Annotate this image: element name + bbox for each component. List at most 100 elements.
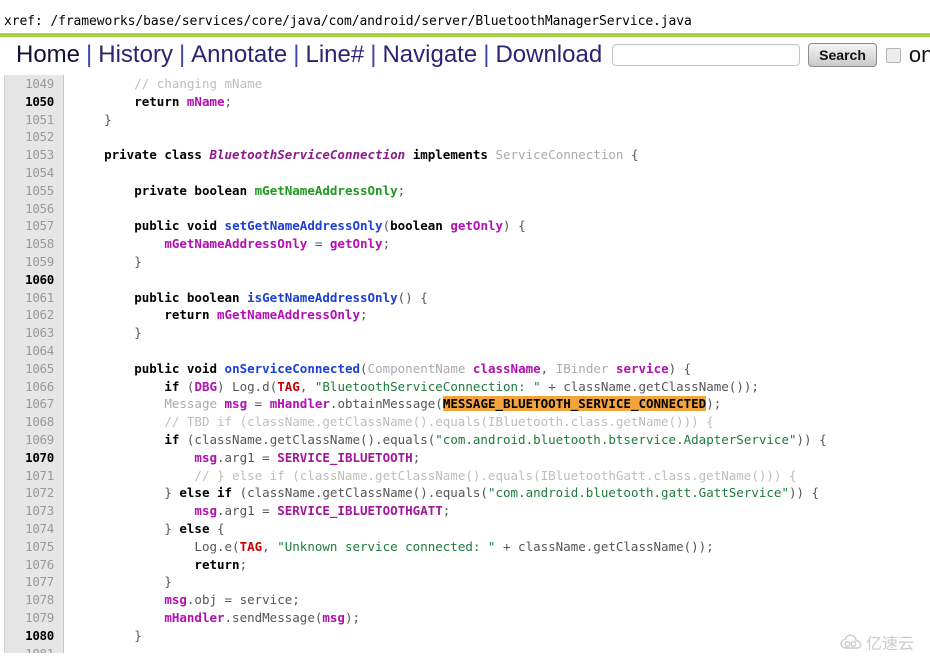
- code-line-text: msg.obj = service;: [164, 592, 300, 608]
- code-line: 1061 public boolean isGetNameAddressOnly…: [0, 289, 930, 307]
- code-line-text: msg.arg1 = SERVICE_IBLUETOOTHGATT;: [194, 503, 451, 519]
- line-number[interactable]: 1056: [0, 200, 60, 218]
- xref-label: xref:: [4, 14, 43, 29]
- code-line: 1063 }: [0, 324, 930, 342]
- line-number[interactable]: 1065: [0, 360, 60, 378]
- code-line: 1078 msg.obj = service;: [0, 591, 930, 609]
- line-number[interactable]: 1055: [0, 182, 60, 200]
- line-number[interactable]: 1068: [0, 413, 60, 431]
- nav-link-home[interactable]: Home: [16, 43, 80, 67]
- code-line: 1062 return mGetNameAddressOnly;: [0, 306, 930, 324]
- code-line: 1080 }: [0, 627, 930, 645]
- search-input[interactable]: [612, 44, 801, 66]
- code-line-text: public void onServiceConnected(Component…: [134, 360, 692, 376]
- only-in-files-checkbox[interactable]: [885, 47, 901, 63]
- line-number[interactable]: 1066: [0, 378, 60, 396]
- line-number[interactable]: 1079: [0, 609, 60, 627]
- code-line-text: Log.e(TAG, "Unknown service connected: "…: [194, 538, 714, 554]
- code-line-text: } else {: [164, 520, 225, 536]
- nav-link-annotate[interactable]: Annotate: [191, 43, 287, 67]
- xref-path[interactable]: /frameworks/base/services/core/java/com/…: [50, 14, 691, 29]
- nav-link-navigate[interactable]: Navigate: [382, 43, 477, 67]
- nav-link-history[interactable]: History: [98, 43, 173, 67]
- code-line-text: } else if (className.getClassName().equa…: [164, 485, 820, 501]
- line-number[interactable]: 1071: [0, 467, 60, 485]
- line-number[interactable]: 1067: [0, 395, 60, 413]
- code-line: 1055 private boolean mGetNameAddressOnly…: [0, 182, 930, 200]
- code-line-text: }: [164, 574, 172, 590]
- line-number[interactable]: 1052: [0, 128, 60, 146]
- xref-header: xref: /frameworks/base/services/core/jav…: [0, 0, 930, 31]
- code-line: 1072 } else if (className.getClassName()…: [0, 484, 930, 502]
- code-line-text: }: [134, 325, 142, 341]
- code-line-text: if (DBG) Log.d(TAG, "BluetoothServiceCon…: [164, 378, 759, 394]
- code-line: 1053 private class BluetoothServiceConne…: [0, 146, 930, 164]
- code-line-text: if (className.getClassName().equals("com…: [164, 431, 827, 447]
- code-line: 1052: [0, 128, 930, 146]
- nav-separator: |: [370, 41, 377, 68]
- code-line-text: // TBD if (className.getClassName().equa…: [164, 414, 714, 430]
- line-number[interactable]: 1049: [0, 75, 60, 93]
- code-line: 1079 mHandler.sendMessage(msg);: [0, 609, 930, 627]
- code-line: 1069 if (className.getClassName().equals…: [0, 431, 930, 449]
- code-line: 1060: [0, 271, 930, 289]
- code-line-text: mHandler.sendMessage(msg);: [164, 609, 361, 625]
- line-number[interactable]: 1069: [0, 431, 60, 449]
- line-number[interactable]: 1051: [0, 111, 60, 129]
- nav-separator: |: [178, 41, 186, 68]
- code-line: 1059 }: [0, 253, 930, 271]
- line-number[interactable]: 1054: [0, 164, 60, 182]
- code-line: 1070 msg.arg1 = SERVICE_IBLUETOOTH;: [0, 449, 930, 467]
- line-number[interactable]: 1072: [0, 484, 60, 502]
- line-number[interactable]: 1053: [0, 146, 60, 164]
- line-number[interactable]: 1058: [0, 235, 60, 253]
- line-number[interactable]: 1050: [0, 93, 60, 111]
- line-number[interactable]: 1057: [0, 217, 60, 235]
- code-line-text: }: [134, 253, 142, 269]
- line-number[interactable]: 1080: [0, 627, 60, 645]
- code-line: 1073 msg.arg1 = SERVICE_IBLUETOOTHGATT;: [0, 502, 930, 520]
- line-number[interactable]: 1077: [0, 573, 60, 591]
- line-number[interactable]: 1081: [0, 645, 60, 654]
- line-number[interactable]: 1063: [0, 324, 60, 342]
- code-line-text: mGetNameAddressOnly = getOnly;: [164, 236, 391, 252]
- line-number[interactable]: 1061: [0, 289, 60, 307]
- navigation-toolbar: Home | History | Annotate | Line# | Navi…: [0, 37, 930, 73]
- line-number[interactable]: 1064: [0, 342, 60, 360]
- code-line: 1074 } else {: [0, 520, 930, 538]
- code-line: 1066 if (DBG) Log.d(TAG, "BluetoothServi…: [0, 378, 930, 396]
- code-line: 1065 public void onServiceConnected(Comp…: [0, 360, 930, 378]
- code-line: 1058 mGetNameAddressOnly = getOnly;: [0, 235, 930, 253]
- nav-separator: |: [293, 41, 300, 68]
- line-number[interactable]: 1076: [0, 556, 60, 574]
- code-line-list: 1049 // changing mName 1050 return mName;…: [0, 75, 930, 653]
- code-line: 1077 }: [0, 573, 930, 591]
- code-line-text: public boolean isGetNameAddressOnly() {: [134, 289, 428, 305]
- code-line: 1049 // changing mName: [0, 75, 930, 93]
- code-line-text: return mGetNameAddressOnly;: [164, 307, 368, 323]
- code-line-text: Message msg = mHandler.obtainMessage(MES…: [164, 396, 722, 412]
- code-line-text: }: [134, 627, 142, 643]
- line-number[interactable]: 1062: [0, 306, 60, 324]
- code-line: 1075 Log.e(TAG, "Unknown service connect…: [0, 538, 930, 556]
- code-line-text: // } else if (className.getClassName().e…: [194, 467, 797, 483]
- code-line: 1081: [0, 645, 930, 654]
- line-number[interactable]: 1059: [0, 253, 60, 271]
- search-button[interactable]: Search: [808, 43, 877, 67]
- code-line: 1071 // } else if (className.getClassNam…: [0, 467, 930, 485]
- line-number[interactable]: 1073: [0, 502, 60, 520]
- code-line: 1051 }: [0, 111, 930, 129]
- nav-link-line-number[interactable]: Line#: [306, 43, 365, 67]
- code-line: 1050 return mName;: [0, 93, 930, 111]
- nav-link-download[interactable]: Download: [495, 43, 602, 67]
- line-number[interactable]: 1074: [0, 520, 60, 538]
- code-line-text: msg.arg1 = SERVICE_IBLUETOOTH;: [194, 449, 421, 465]
- line-number[interactable]: 1078: [0, 591, 60, 609]
- code-line-text: return;: [194, 556, 248, 572]
- line-number[interactable]: 1075: [0, 538, 60, 556]
- line-number[interactable]: 1060: [0, 271, 60, 289]
- code-line-text: public void setGetNameAddressOnly(boolea…: [134, 218, 526, 234]
- code-line-text: // changing mName: [134, 76, 263, 91]
- code-line: 1056: [0, 200, 930, 218]
- line-number[interactable]: 1070: [0, 449, 60, 467]
